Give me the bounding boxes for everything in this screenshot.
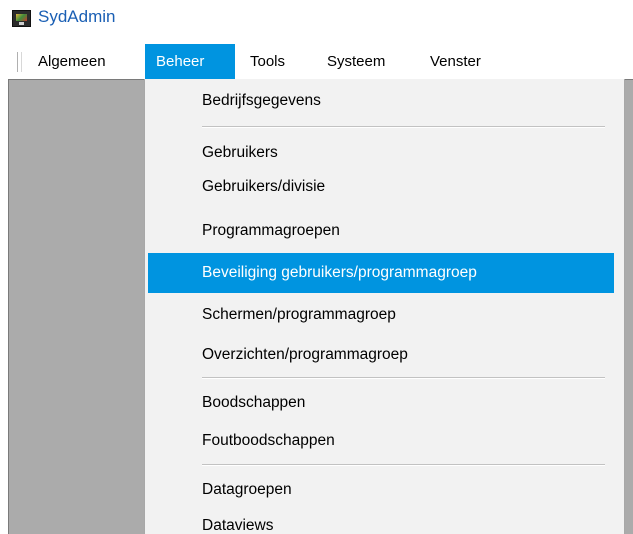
menu-separator <box>202 126 605 128</box>
menu-venster[interactable]: Venster <box>422 44 489 79</box>
menu-item-boodschappen[interactable]: Boodschappen <box>148 386 614 420</box>
menu-item-gebruikers-divisie[interactable]: Gebruikers/divisie <box>148 170 614 204</box>
menu-item-foutboodschappen[interactable]: Foutboodschappen <box>148 424 614 458</box>
menu-item-beveiliging-gebruikers-programmagroep[interactable]: Beveiliging gebruikers/programmagroep <box>148 253 614 293</box>
menu-item-gebruikers[interactable]: Gebruikers <box>148 136 614 170</box>
app-title: SydAdmin <box>38 7 116 26</box>
menu-systeem[interactable]: Systeem <box>319 44 393 79</box>
menu-item-programmagroepen[interactable]: Programmagroepen <box>148 214 614 248</box>
menu-item-datagroepen[interactable]: Datagroepen <box>148 473 614 507</box>
menu-separator <box>202 377 605 379</box>
app-monitor-icon[interactable] <box>12 10 31 27</box>
menu-beheer[interactable]: Beheer <box>145 44 235 79</box>
beheer-dropdown-menu: Bedrijfsgegevens Gebruikers Gebruikers/d… <box>144 79 625 534</box>
title-bar: SydAdmin <box>0 0 633 40</box>
menu-item-overzichten-programmagroep[interactable]: Overzichten/programmagroep <box>148 338 614 372</box>
menu-item-schermen-programmagroep[interactable]: Schermen/programmagroep <box>148 298 614 332</box>
menu-separator <box>202 464 605 466</box>
menu-bar: Algemeen Beheer Tools Systeem Venster <box>0 44 633 79</box>
menu-item-dataviews[interactable]: Dataviews <box>148 509 614 534</box>
menubar-grip[interactable] <box>17 52 22 72</box>
menu-tools[interactable]: Tools <box>242 44 293 79</box>
menu-algemeen[interactable]: Algemeen <box>30 44 114 79</box>
menu-item-bedrijfsgegevens[interactable]: Bedrijfsgegevens <box>148 84 614 118</box>
